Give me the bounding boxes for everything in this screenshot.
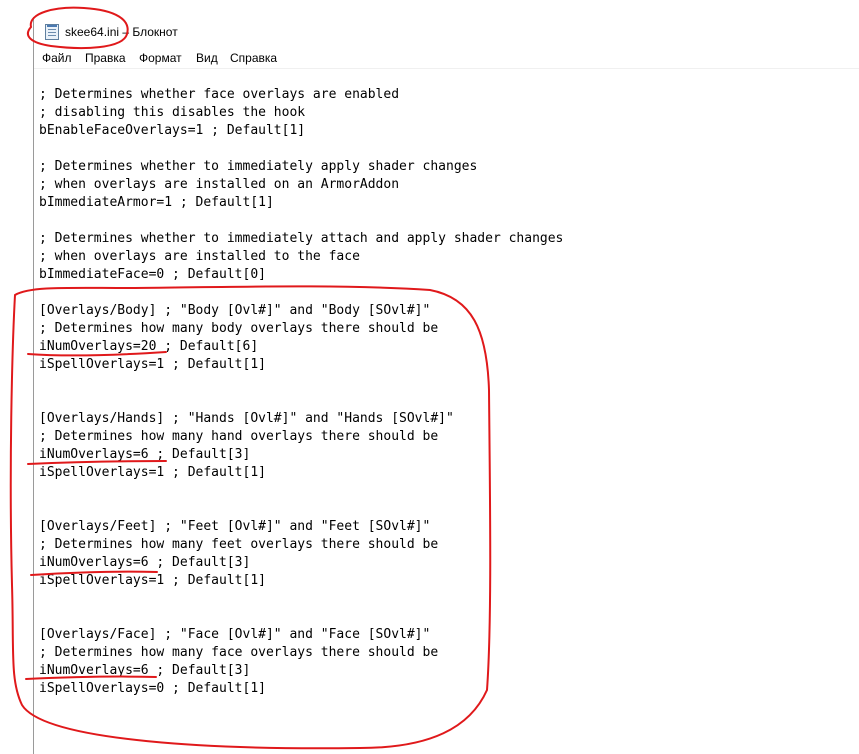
menu-help[interactable]: Справка [230,50,277,66]
menu-view[interactable]: Вид [196,50,218,66]
menu-file[interactable]: Файл [42,50,72,66]
notepad-window: skee64.ini – Блокнот Файл Правка Формат … [33,17,859,754]
menu-edit[interactable]: Правка [85,50,126,66]
desktop-background-strip [0,0,33,754]
title-bar[interactable]: skee64.ini – Блокнот [34,17,859,48]
menu-format[interactable]: Формат [139,50,182,66]
notepad-icon [45,24,59,40]
text-editor[interactable]: ; Determines whether face overlays are e… [34,69,859,754]
menu-bar: Файл Правка Формат Вид Справка [34,48,859,69]
document-text[interactable]: ; Determines whether face overlays are e… [39,86,563,698]
window-title: skee64.ini – Блокнот [65,25,178,39]
